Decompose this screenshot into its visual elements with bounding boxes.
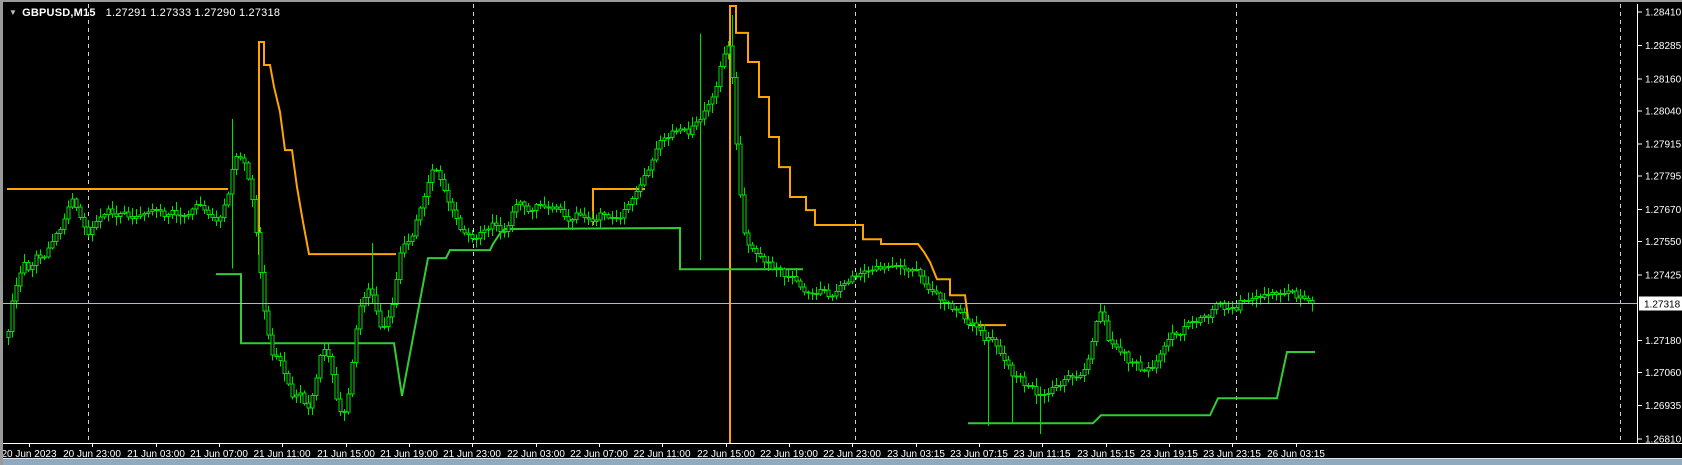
symbol-dropdown-icon: ▼	[9, 8, 18, 17]
svg-text:1.28410: 1.28410	[1645, 8, 1682, 19]
svg-text:1.28040: 1.28040	[1645, 106, 1682, 117]
ohlc-close: 1.27318	[238, 7, 281, 19]
symbol-label: GBPUSD,M15	[22, 7, 96, 19]
ohlc-open: 1.27291	[105, 7, 147, 19]
candlestick-chart[interactable]: 1.28410 1.28285 1.28160 1.28040 1.27915 1.277…	[3, 2, 1682, 459]
svg-text:1.26810: 1.26810	[1645, 435, 1682, 446]
svg-text:1.27670: 1.27670	[1645, 205, 1682, 216]
day-separator-lines	[88, 4, 1621, 443]
window-bottom-edge	[3, 458, 1682, 465]
svg-text:1.27550: 1.27550	[1645, 237, 1682, 248]
svg-text:1.27795: 1.27795	[1645, 172, 1682, 183]
svg-text:1.28160: 1.28160	[1645, 74, 1682, 85]
svg-text:1.26935: 1.26935	[1645, 401, 1682, 412]
svg-text:1.28285: 1.28285	[1645, 41, 1682, 52]
time-axis[interactable]: 20 Jun 2023 20 Jun 23:00 21 Jun 03:00 21 Ju…	[3, 443, 1325, 459]
svg-text:1.27060: 1.27060	[1645, 368, 1682, 379]
svg-text:1.27915: 1.27915	[1645, 140, 1682, 151]
svg-text:1.27425: 1.27425	[1645, 270, 1682, 281]
chart-plot-area[interactable]: 1.28410 1.28285 1.28160 1.28040 1.27915 1.277…	[3, 2, 1682, 459]
candles-layer	[6, 14, 1315, 435]
svg-text:1.27180: 1.27180	[1645, 336, 1682, 347]
ohlc-high: 1.27333	[150, 7, 192, 19]
bid-price-tag: 1.27318	[1639, 296, 1682, 311]
symbol-ohlc-label: ▼ GBPUSD,M15 1.27291 1.27333 1.27290 1.273…	[9, 7, 280, 19]
mt4-chart-window: 1.28410 1.28285 1.28160 1.28040 1.27915 1.277…	[0, 0, 1682, 465]
ohlc-low: 1.27290	[194, 7, 236, 19]
svg-text:1.27318: 1.27318	[1644, 300, 1681, 311]
price-axis[interactable]: 1.28410 1.28285 1.28160 1.28040 1.27915 1.277…	[1637, 8, 1682, 446]
